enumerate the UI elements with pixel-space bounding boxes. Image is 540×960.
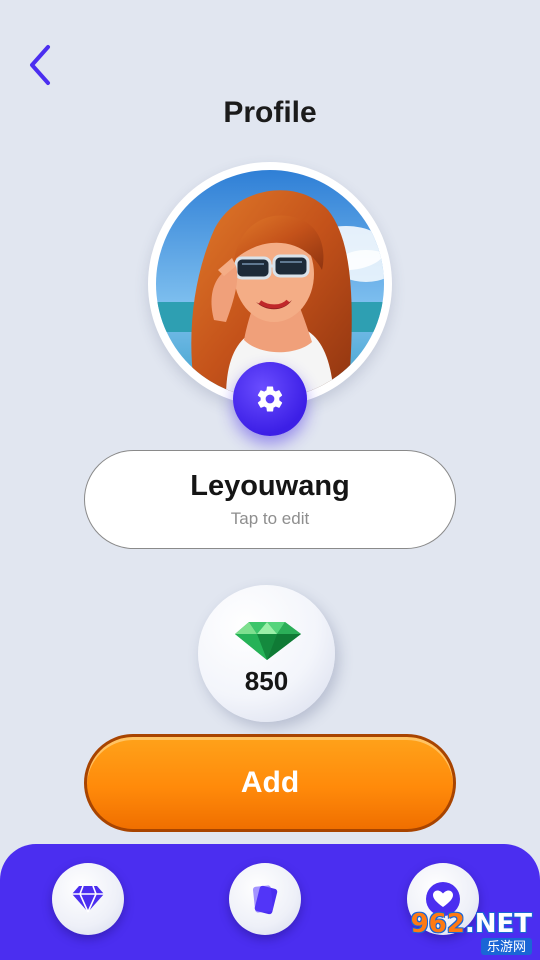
chevron-left-icon: [30, 45, 50, 85]
gem-count: 850: [244, 666, 289, 696]
watermark-logo: 962.NET: [411, 910, 532, 938]
emerald-gem-icon: [234, 622, 301, 660]
username: Leyouwang: [190, 470, 350, 502]
watermark-number: 962: [410, 908, 465, 939]
nav-diamond-button[interactable]: [52, 863, 124, 935]
gear-icon: [257, 386, 283, 412]
gem-balance: 850: [198, 585, 335, 722]
back-button[interactable]: [18, 40, 62, 90]
site-watermark: 962.NET 乐游网: [400, 908, 536, 956]
add-button[interactable]: Add: [84, 734, 456, 832]
edit-hint: Tap to edit: [230, 509, 310, 528]
page-title: Profile: [223, 96, 317, 129]
cards-icon: [252, 885, 278, 915]
add-button-label: Add: [240, 766, 300, 799]
name-card[interactable]: Leyouwang Tap to edit: [84, 450, 456, 549]
nav-cards-button[interactable]: [229, 863, 301, 935]
diamond-icon: [72, 885, 104, 913]
watermark-subtitle: 乐游网: [480, 937, 532, 955]
watermark-domain: .NET: [464, 908, 532, 939]
settings-button[interactable]: [233, 362, 307, 436]
